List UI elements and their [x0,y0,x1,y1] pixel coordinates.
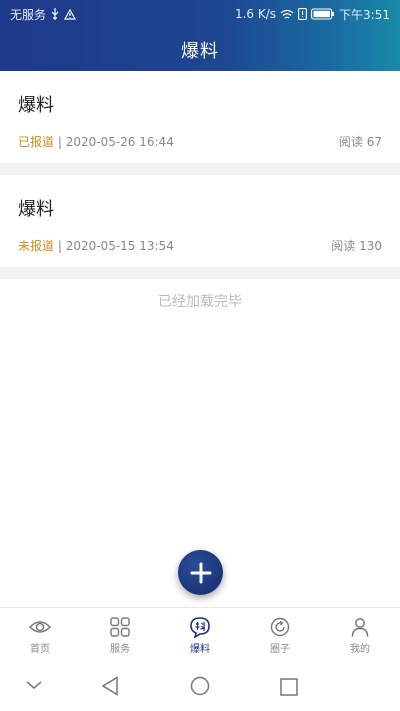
system-nav-bar [0,659,400,711]
meta-separator: | [54,135,66,149]
usb-icon [50,8,60,20]
carrier-text: 无服务 [10,7,47,22]
grid-icon [108,616,132,638]
meta-separator: | [54,239,66,253]
wifi-icon [280,9,294,20]
home-icon[interactable] [186,672,214,700]
eye-icon [28,616,52,638]
divider [0,267,400,279]
item-meta: 未报道 | 2020-05-15 13:54 [18,237,174,254]
list-item[interactable]: 爆料 未报道 | 2020-05-15 13:54 阅读 130 [0,175,400,267]
plus-icon [190,562,211,583]
list-item[interactable]: 爆料 已报道 | 2020-05-26 16:44 阅读 67 [0,71,400,163]
tip-off-icon [188,616,212,638]
tab-home[interactable]: 首页 [0,608,80,659]
tab-label: 首页 [30,644,50,655]
back-icon[interactable] [96,672,124,700]
status-label: 未报道 [18,239,55,253]
network-speed: 1.6 K/s [234,7,277,21]
item-meta: 已报道 | 2020-05-26 16:44 [18,133,174,150]
divider [0,163,400,175]
clock: 下午3:51 [339,7,390,22]
page-title: 爆料 [181,40,219,62]
sim-icon [298,8,307,20]
tab-services[interactable]: 服务 [80,608,160,659]
read-count: 阅读 130 [331,239,382,253]
tab-tip-off[interactable]: 爆料 [160,608,240,659]
add-report-button[interactable] [178,550,223,595]
tab-label: 我的 [350,644,370,655]
item-date: 2020-05-26 16:44 [65,135,174,149]
app-header: 无服务 1.6 K/s 下午3:51 爆料 [0,0,400,71]
tab-me[interactable]: 我的 [320,608,400,659]
warning-icon [64,8,77,20]
item-title: 爆料 [18,199,54,220]
tab-label: 爆料 [190,644,210,655]
refresh-circle-icon [268,616,292,638]
tab-circle[interactable]: 圈子 [240,608,320,659]
status-bar: 无服务 1.6 K/s 下午3:51 [0,0,400,28]
bottom-tab-bar: 首页 服务 爆料 圈子 我的 [0,607,400,659]
person-icon [348,616,372,638]
end-of-list-text: 已经加载完毕 [158,294,242,310]
tab-label: 服务 [110,644,130,655]
item-title: 爆料 [18,95,54,116]
report-list: 爆料 已报道 | 2020-05-26 16:44 阅读 67 爆料 未报道 |… [0,71,400,323]
item-date: 2020-05-15 13:54 [65,239,174,253]
battery-icon [311,8,335,20]
chevron-down-icon[interactable] [20,671,48,699]
recent-apps-icon[interactable] [275,673,303,701]
status-label: 已报道 [18,135,55,149]
tab-label: 圈子 [270,644,290,655]
read-count: 阅读 67 [338,135,382,149]
